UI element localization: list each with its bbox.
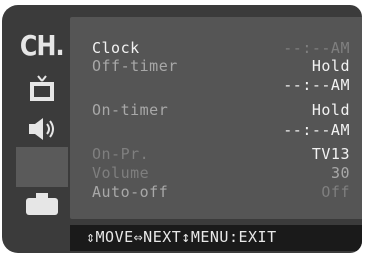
off-timer-value: Hold	[311, 57, 350, 75]
channel-menu-label: CH.	[20, 28, 65, 62]
auto-off-label: Auto-off	[92, 183, 169, 201]
channel-menu-tab[interactable]: CH.	[16, 23, 68, 67]
speaker-icon	[29, 118, 54, 140]
menu-category-sidebar: CH.	[16, 23, 68, 215]
auto-off-row[interactable]: Auto-off Off	[92, 183, 350, 201]
off-timer-time-row[interactable]: --:--AM	[92, 76, 350, 94]
clock-value: --:--AM	[283, 39, 350, 57]
off-timer-label: Off-timer	[92, 57, 178, 75]
sound-menu-tab[interactable]	[16, 111, 68, 147]
off-timer-row[interactable]: Off-timer Hold	[92, 57, 350, 75]
off-timer-time: --:--AM	[283, 76, 350, 94]
tv-osd-screen: CH. Clock --:--AM Off-timer Hold --:--AM…	[2, 5, 362, 253]
on-timer-time: --:--AM	[283, 121, 350, 139]
special-menu-tab[interactable]	[16, 191, 68, 217]
settings-menu-tab-active[interactable]	[16, 147, 68, 187]
tv-icon	[30, 75, 54, 101]
on-pr-value: TV13	[311, 145, 350, 163]
on-pr-row[interactable]: On-Pr. TV13	[92, 145, 350, 163]
on-timer-row[interactable]: On-timer Hold	[92, 101, 350, 119]
volume-row[interactable]: Volume 30	[92, 164, 350, 182]
picture-menu-tab[interactable]	[16, 69, 68, 109]
timer-menu-panel: Clock --:--AM Off-timer Hold --:--AM On-…	[70, 17, 362, 219]
on-timer-label: On-timer	[92, 101, 169, 119]
navigation-hint-text: ⇕MOVE⇔NEXT↕MENU:EXIT	[86, 228, 277, 246]
clock-row[interactable]: Clock --:--AM	[92, 39, 350, 57]
navigation-hint-bar: ⇕MOVE⇔NEXT↕MENU:EXIT	[70, 225, 362, 251]
settings-icon	[22, 152, 62, 182]
on-timer-value: Hold	[311, 101, 350, 119]
on-pr-label: On-Pr.	[92, 145, 150, 163]
auto-off-value: Off	[321, 183, 350, 201]
briefcase-icon	[26, 193, 58, 215]
volume-label: Volume	[92, 164, 150, 182]
on-timer-time-row[interactable]: --:--AM	[92, 121, 350, 139]
clock-label: Clock	[92, 39, 140, 57]
volume-value: 30	[330, 164, 350, 182]
